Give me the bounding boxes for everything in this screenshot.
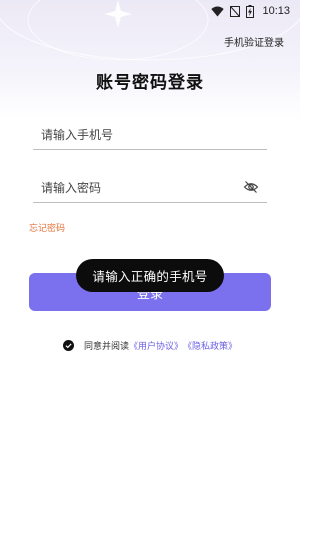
password-input[interactable] <box>33 177 267 203</box>
checkbox-checked-icon[interactable] <box>62 340 74 351</box>
toast-message: 请输入正确的手机号 <box>76 259 224 292</box>
password-field <box>33 177 267 203</box>
phone-input[interactable] <box>33 124 267 150</box>
agreement-row: 同意并阅读 《用户协议》 《隐私政策》 <box>0 339 300 352</box>
signal-off-icon <box>230 5 241 17</box>
status-bar: 10:13 <box>0 0 300 22</box>
status-time: 10:13 <box>262 5 290 17</box>
user-agreement-link[interactable]: 《用户协议》 <box>129 339 183 352</box>
forgot-password-link[interactable]: 忘记密码 <box>29 221 65 234</box>
battery-charging-icon <box>246 4 255 18</box>
agreement-prefix: 同意并阅读 <box>83 342 129 352</box>
eye-off-icon[interactable] <box>243 179 259 195</box>
wifi-icon <box>211 6 225 16</box>
privacy-policy-link[interactable]: 《隐私政策》 <box>183 339 237 352</box>
phone-verification-login-link[interactable]: 手机验证登录 <box>224 34 284 49</box>
phone-field <box>33 124 267 150</box>
page-title: 账号密码登录 <box>96 73 204 93</box>
